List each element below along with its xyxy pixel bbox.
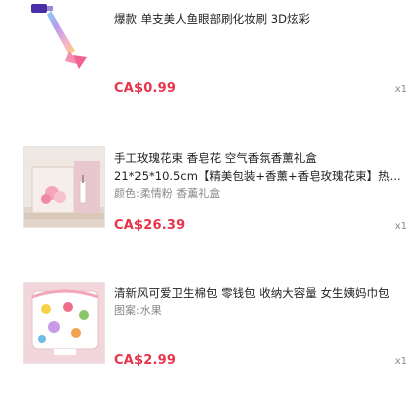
product-title[interactable]: 手工玫瑰花束 香皂花 空气香氛香薰礼盒 21*25*10.5cm【精美包装+香薰…	[114, 149, 404, 185]
product-quantity: x1	[394, 356, 407, 367]
product-quantity: x1	[394, 84, 407, 95]
product-quantity: x1	[394, 221, 407, 232]
product-thumbnail[interactable]	[23, 146, 105, 228]
rose-gift-box-icon	[24, 147, 104, 227]
product-title[interactable]: 爆款 单支美人鱼眼部刷化妆刷 3D炫彩	[114, 10, 404, 28]
product-variant: 颜色:柔情粉 香薰礼盒	[114, 187, 221, 200]
mermaid-makeup-brush-icon	[31, 4, 87, 69]
product-thumbnail[interactable]	[23, 0, 105, 76]
order-item[interactable]: 手工玫瑰花束 香皂花 空气香氛香薰礼盒 21*25*10.5cm【精美包装+香薰…	[0, 140, 420, 245]
order-item[interactable]: 清新风可爱卫生棉包 零钱包 收纳大容量 女生姨妈巾包 图案:水果 CA$2.99…	[0, 280, 420, 385]
product-variant: 图案:水果	[114, 304, 162, 317]
order-item[interactable]: 爆款 单支美人鱼眼部刷化妆刷 3D炫彩 CA$0.99 x1	[0, 0, 420, 105]
product-title[interactable]: 清新风可爱卫生棉包 零钱包 收纳大容量 女生姨妈巾包	[114, 284, 404, 302]
product-price: CA$0.99	[114, 81, 177, 96]
product-price: CA$26.39	[114, 218, 186, 233]
fruit-pouch-icon	[24, 283, 104, 363]
product-price: CA$2.99	[114, 353, 177, 368]
product-thumbnail[interactable]	[23, 282, 105, 364]
